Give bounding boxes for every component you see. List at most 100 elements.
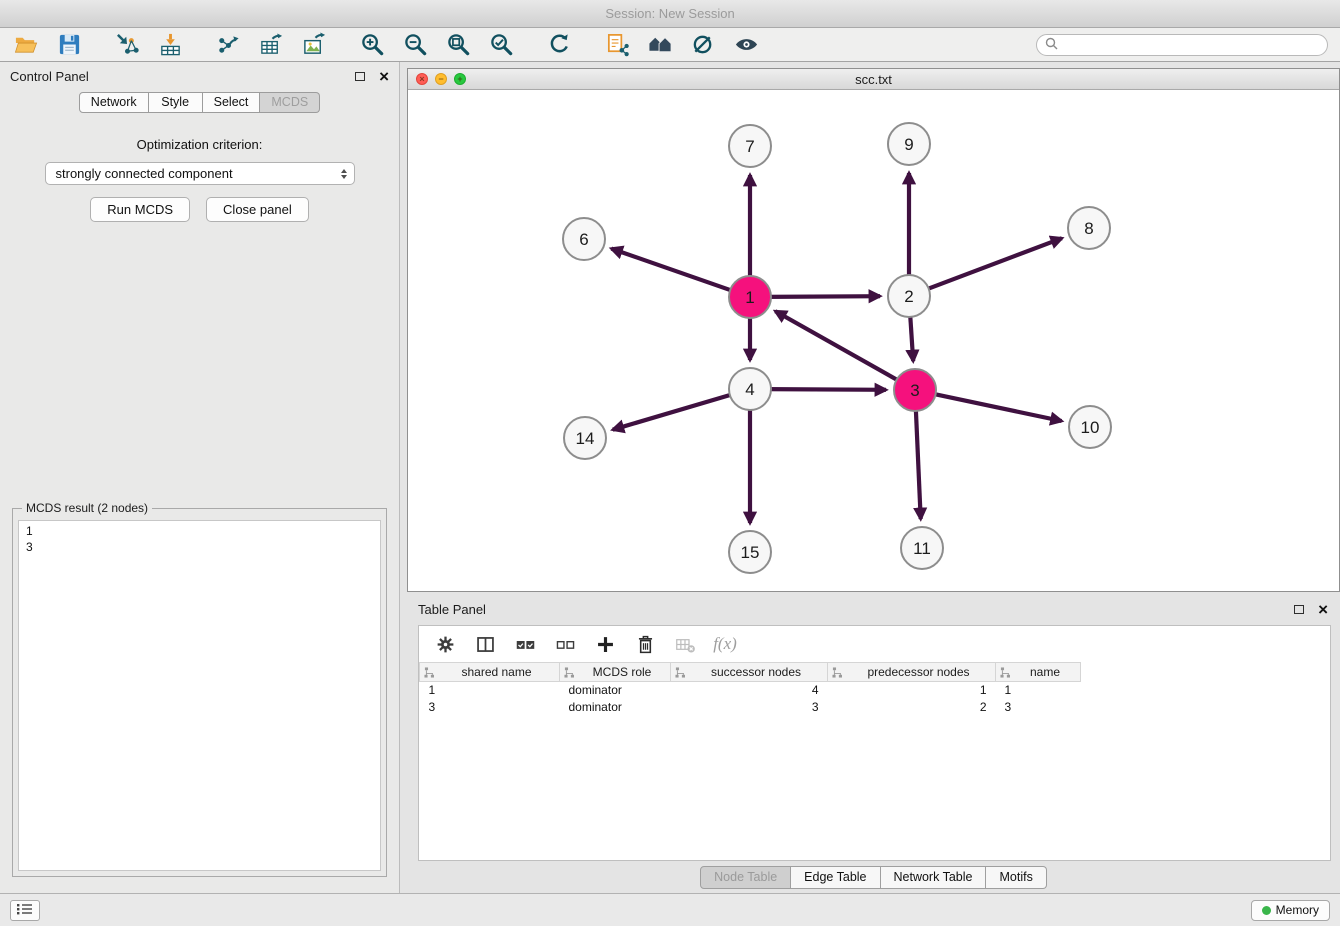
delete-row-button[interactable] [633, 632, 657, 656]
tab-network-table[interactable]: Network Table [881, 866, 987, 889]
graph-node-15[interactable]: 15 [729, 531, 771, 573]
network-canvas[interactable]: 7 9 6 8 1 2 4 3 10 14 15 11 [408, 90, 1339, 591]
cell-successor-nodes[interactable]: 3 [671, 699, 828, 716]
network-window-titlebar[interactable]: × − + scc.txt [408, 69, 1339, 90]
cell-predecessor-nodes[interactable]: 2 [828, 699, 996, 716]
window-close-button[interactable]: × [416, 73, 428, 85]
task-history-button[interactable] [10, 900, 40, 921]
tab-node-table[interactable]: Node Table [700, 866, 791, 889]
control-tab-style[interactable]: Style [149, 92, 203, 113]
run-mcds-button[interactable]: Run MCDS [90, 197, 190, 222]
cell-mcds-role[interactable]: dominator [560, 682, 671, 699]
window-titlebar[interactable]: Session: New Session [0, 0, 1340, 28]
graph-node-1[interactable]: 1 [729, 276, 771, 318]
optimization-criterion-label: Optimization criterion: [0, 137, 399, 152]
cell-shared-name[interactable]: 3 [420, 699, 560, 716]
dropdown-stepper-icon [341, 169, 347, 179]
graph-node-3[interactable]: 3 [894, 369, 936, 411]
graph-edge-1-6[interactable] [611, 249, 735, 292]
graph-node-2[interactable]: 2 [888, 275, 930, 317]
graph-edge-2-3[interactable] [910, 312, 913, 361]
export-image-button[interactable] [300, 31, 328, 59]
status-bar: Memory [0, 893, 1340, 926]
graph-edge-4-14[interactable] [613, 394, 735, 430]
add-row-button[interactable] [593, 632, 617, 656]
details-slash-icon [691, 32, 716, 57]
cell-name[interactable]: 1 [996, 682, 1081, 699]
mcds-result-list[interactable]: 1 3 [18, 520, 381, 871]
graph-node-8[interactable]: 8 [1068, 207, 1110, 249]
eye-button[interactable] [732, 31, 760, 59]
refresh-layout-button[interactable] [545, 31, 573, 59]
show-columns-button[interactable] [473, 632, 497, 656]
search-input[interactable] [1063, 38, 1319, 52]
table-row[interactable]: 3dominator323 [420, 699, 1081, 716]
tab-edge-table[interactable]: Edge Table [791, 866, 880, 889]
column-header-predecessor-nodes[interactable]: predecessor nodes [828, 663, 996, 682]
column-header-name[interactable]: name [996, 663, 1081, 682]
zoom-fit-button[interactable] [444, 31, 472, 59]
export-network-icon [216, 32, 241, 57]
column-header-mcds-role[interactable]: MCDS role [560, 663, 671, 682]
select-all-columns-button[interactable] [513, 632, 537, 656]
memory-button[interactable]: Memory [1251, 900, 1330, 921]
window-zoom-button[interactable]: + [454, 73, 466, 85]
cell-name[interactable]: 3 [996, 699, 1081, 716]
column-type-icon [424, 667, 435, 678]
column-header-successor-nodes[interactable]: successor nodes [671, 663, 828, 682]
graph-node-label: 9 [904, 135, 913, 154]
import-network-button[interactable] [113, 31, 141, 59]
open-file-button[interactable] [12, 31, 40, 59]
zoom-in-button[interactable] [358, 31, 386, 59]
graph-edge-1-2[interactable] [766, 296, 880, 297]
settings-button[interactable] [433, 632, 457, 656]
graph-node-6[interactable]: 6 [563, 218, 605, 260]
graph-edge-4-3[interactable] [766, 389, 886, 390]
graph-node-4[interactable]: 4 [729, 368, 771, 410]
close-panel-button[interactable]: Close panel [206, 197, 309, 222]
memory-status-icon [1262, 906, 1271, 915]
home-button[interactable] [646, 31, 674, 59]
control-panel-float-icon[interactable] [355, 72, 365, 81]
column-header-shared-name[interactable]: shared name [420, 663, 560, 682]
copy-view-button[interactable] [603, 31, 631, 59]
table-row[interactable]: 1dominator411 [420, 682, 1081, 699]
control-tab-mcds[interactable]: MCDS [260, 92, 320, 113]
import-table-button[interactable] [156, 31, 184, 59]
graph-edge-3-1[interactable] [775, 311, 901, 382]
graph-node-label: 4 [745, 380, 754, 399]
mcds-result-group: MCDS result (2 nodes) 1 3 [12, 501, 387, 877]
graph-node-7[interactable]: 7 [729, 125, 771, 167]
graph-node-label: 10 [1081, 418, 1100, 437]
graph-edge-2-8[interactable] [924, 238, 1062, 290]
control-panel-close-icon[interactable]: × [379, 68, 389, 85]
window-minimize-button[interactable]: − [435, 73, 447, 85]
deselect-all-columns-button[interactable] [553, 632, 577, 656]
table-panel-close-icon[interactable]: × [1318, 601, 1328, 618]
cell-successor-nodes[interactable]: 4 [671, 682, 828, 699]
optimization-criterion-dropdown[interactable]: strongly connected component [45, 162, 355, 185]
save-button[interactable] [55, 31, 83, 59]
graph-node-11[interactable]: 11 [901, 527, 943, 569]
cell-predecessor-nodes[interactable]: 1 [828, 682, 996, 699]
dropdown-selected-value: strongly connected component [56, 166, 233, 181]
cell-shared-name[interactable]: 1 [420, 682, 560, 699]
export-table-button[interactable] [257, 31, 285, 59]
control-tab-select[interactable]: Select [203, 92, 261, 113]
export-network-button[interactable] [214, 31, 242, 59]
control-tab-network[interactable]: Network [79, 92, 149, 113]
graph-edge-3-10[interactable] [931, 393, 1062, 421]
tab-motifs[interactable]: Motifs [986, 866, 1046, 889]
details-slash-button[interactable] [689, 31, 717, 59]
graph-edge-3-11[interactable] [916, 406, 921, 519]
column-type-icon [832, 667, 843, 678]
graph-node-10[interactable]: 10 [1069, 406, 1111, 448]
toolbar-group [214, 31, 328, 59]
graph-node-14[interactable]: 14 [564, 417, 606, 459]
graph-node-label: 8 [1084, 219, 1093, 238]
table-panel-float-icon[interactable] [1294, 605, 1304, 614]
zoom-out-button[interactable] [401, 31, 429, 59]
zoom-selected-button[interactable] [487, 31, 515, 59]
graph-node-9[interactable]: 9 [888, 123, 930, 165]
cell-mcds-role[interactable]: dominator [560, 699, 671, 716]
